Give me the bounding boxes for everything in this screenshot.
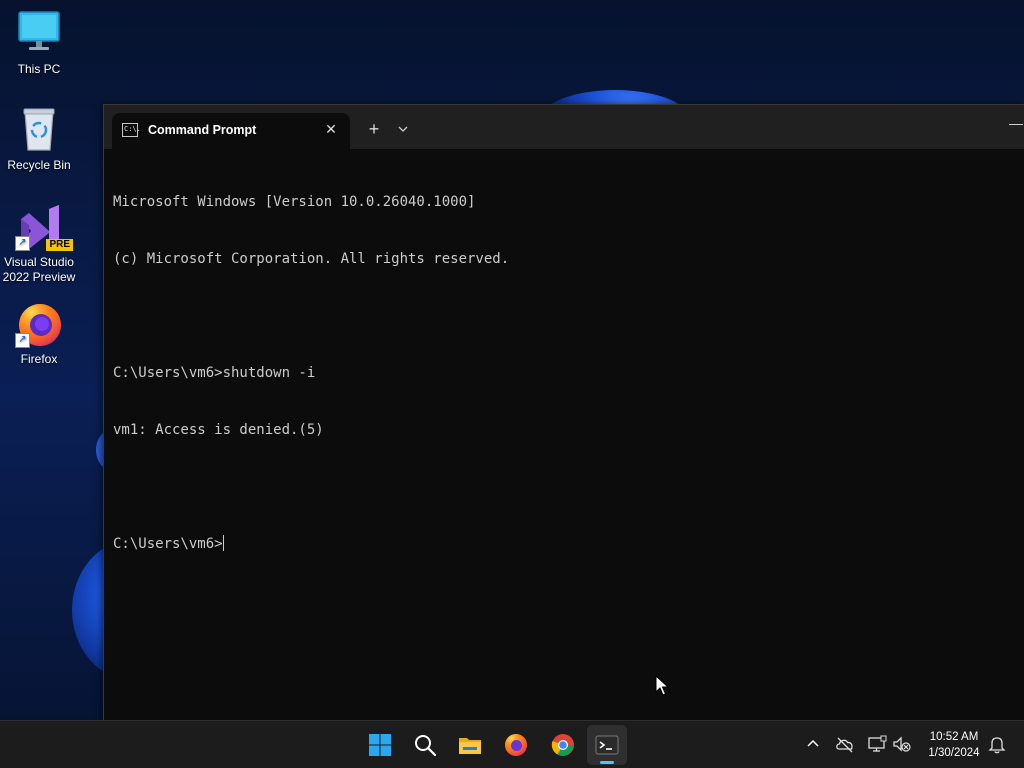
taskbar-clock[interactable]: 10:52 AM 1/30/2024 bbox=[916, 729, 992, 761]
notifications-button[interactable] bbox=[986, 733, 1008, 755]
taskbar-terminal[interactable] bbox=[587, 725, 627, 765]
recycle-bin-icon bbox=[15, 106, 63, 154]
console-line: vm1: Access is denied.(5) bbox=[113, 422, 324, 438]
desktop-icon-firefox[interactable]: ↗ Firefox bbox=[0, 300, 78, 367]
clock-date: 1/30/2024 bbox=[928, 747, 980, 759]
cloud-offline-icon bbox=[836, 737, 853, 753]
windows-logo-icon bbox=[369, 734, 391, 756]
cmd-icon: C:\. bbox=[122, 123, 141, 137]
taskbar-file-explorer[interactable] bbox=[450, 725, 490, 765]
chevron-down-icon bbox=[398, 126, 408, 132]
desktop-icon-label: Visual Studio 2022 Preview bbox=[2, 255, 76, 284]
clock-time: 10:52 AM bbox=[929, 731, 979, 743]
network-button[interactable] bbox=[866, 733, 888, 755]
console-line: Microsoft Windows [Version 10.0.26040.10… bbox=[113, 194, 476, 210]
bell-icon bbox=[988, 737, 1006, 754]
show-hidden-icons-button[interactable] bbox=[802, 733, 824, 755]
volume-button[interactable] bbox=[891, 733, 913, 755]
network-icon bbox=[868, 735, 887, 752]
desktop-icon-this-pc[interactable]: This PC bbox=[0, 10, 78, 77]
desktop-icon-recycle-bin[interactable]: Recycle Bin bbox=[0, 106, 78, 173]
new-tab-button[interactable]: + bbox=[362, 117, 386, 141]
minimize-button[interactable]: — bbox=[1007, 113, 1024, 137]
shortcut-arrow-icon: ↗ bbox=[15, 333, 30, 348]
shortcut-arrow-icon: ↗ bbox=[15, 236, 30, 251]
mouse-pointer-icon bbox=[655, 675, 669, 696]
tab-title: Command Prompt bbox=[148, 123, 257, 137]
terminal-icon bbox=[595, 735, 619, 755]
taskbar: 10:52 AM 1/30/2024 bbox=[0, 720, 1024, 768]
text-cursor bbox=[222, 535, 224, 551]
close-tab-button[interactable]: ✕ bbox=[320, 118, 342, 140]
preview-badge: PRE bbox=[46, 239, 73, 251]
chrome-icon bbox=[551, 734, 574, 756]
title-bar[interactable]: C:\. Command Prompt ✕ + — bbox=[104, 105, 1024, 149]
console-output[interactable]: Microsoft Windows [Version 10.0.26040.10… bbox=[113, 155, 1013, 711]
desktop-icon-visual-studio[interactable]: ↗ PRE Visual Studio 2022 Preview bbox=[0, 203, 78, 285]
desktop-icon-label: This PC bbox=[17, 62, 61, 76]
search-icon bbox=[415, 735, 437, 757]
console-prompt: C:\Users\vm6> bbox=[113, 536, 223, 552]
console-line: C:\Users\vm6>shutdown -i bbox=[113, 365, 316, 381]
tab-command-prompt[interactable]: C:\. Command Prompt ✕ bbox=[112, 113, 350, 149]
active-app-indicator bbox=[600, 761, 614, 764]
console-prompt-line[interactable]: C:\Users\vm6> bbox=[113, 535, 1013, 554]
taskbar-search-button[interactable] bbox=[405, 725, 445, 765]
taskbar-start-button[interactable] bbox=[360, 725, 400, 765]
visual-studio-icon: ↗ PRE bbox=[15, 203, 73, 251]
firefox-icon bbox=[505, 734, 527, 756]
monitor-icon bbox=[15, 10, 63, 58]
folder-icon bbox=[459, 738, 481, 754]
terminal-window[interactable]: C:\. Command Prompt ✕ + — Microsoft Wind… bbox=[103, 104, 1024, 721]
speaker-muted-icon bbox=[893, 736, 911, 752]
taskbar-firefox[interactable] bbox=[496, 725, 536, 765]
onedrive-button[interactable] bbox=[834, 733, 856, 755]
console-line: (c) Microsoft Corporation. All rights re… bbox=[113, 251, 510, 267]
tab-dropdown-button[interactable] bbox=[392, 117, 414, 141]
chevron-up-icon bbox=[807, 739, 819, 747]
taskbar-chrome[interactable] bbox=[543, 725, 583, 765]
desktop-icon-label: Recycle Bin bbox=[7, 158, 71, 172]
firefox-icon: ↗ bbox=[15, 300, 63, 348]
desktop-icon-label: Firefox bbox=[20, 352, 58, 366]
